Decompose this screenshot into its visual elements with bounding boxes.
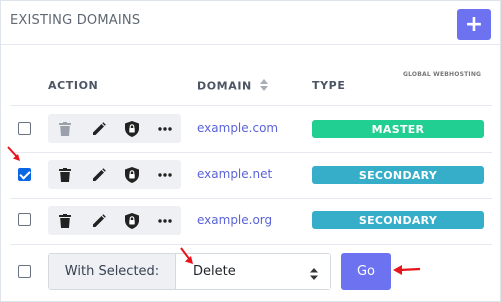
more-icon[interactable]	[148, 160, 181, 189]
domain-link[interactable]: example.org	[197, 213, 272, 227]
row-divider	[10, 244, 492, 245]
column-header-type: TYPE	[312, 79, 346, 92]
domain-link[interactable]: example.com	[197, 121, 278, 135]
bulk-action-select-value: Delete	[193, 264, 236, 279]
shield-lock-icon[interactable]	[115, 114, 148, 143]
pencil-icon[interactable]	[82, 206, 115, 235]
column-header-domain[interactable]: DOMAIN	[197, 79, 269, 94]
type-badge: SECONDARY	[312, 211, 484, 229]
domain-link[interactable]: example.net	[197, 167, 272, 181]
more-icon[interactable]	[148, 206, 181, 235]
pencil-icon[interactable]	[82, 114, 115, 143]
trash-icon[interactable]	[48, 206, 82, 235]
select-arrows-icon	[310, 265, 318, 284]
type-badge: SECONDARY	[312, 166, 484, 184]
pencil-icon[interactable]	[82, 160, 115, 189]
row-action-group	[48, 114, 181, 143]
shield-lock-icon[interactable]	[115, 206, 148, 235]
panel-title: EXISTING DOMAINS	[10, 13, 141, 28]
domains-panel: EXISTING DOMAINS + GLOBAL WEBHOSTING ACT…	[0, 0, 501, 302]
table-row: example.com MASTER	[1, 105, 500, 153]
row-checkbox[interactable]	[18, 122, 31, 135]
table-row: example.org SECONDARY	[1, 198, 500, 246]
more-icon[interactable]	[148, 114, 181, 143]
bulk-action-select[interactable]: Delete	[176, 254, 330, 289]
panel-header: EXISTING DOMAINS +	[1, 1, 500, 45]
row-action-group	[48, 160, 181, 189]
trash-icon[interactable]	[48, 160, 82, 189]
with-selected-label: With Selected:	[49, 254, 176, 289]
row-checkbox[interactable]	[18, 168, 31, 181]
row-action-group	[48, 206, 181, 235]
annotation-arrow-icon	[7, 146, 20, 161]
table-row: example.net SECONDARY	[1, 152, 500, 200]
column-header-action: ACTION	[48, 79, 99, 92]
add-domain-button[interactable]: +	[457, 9, 491, 40]
row-checkbox[interactable]	[18, 213, 31, 226]
annotation-arrow-icon	[180, 247, 193, 264]
annotation-arrow-icon	[393, 265, 421, 275]
column-header-domain-label: DOMAIN	[197, 79, 252, 93]
watermark-logo: GLOBAL WEBHOSTING	[403, 71, 482, 78]
shield-lock-icon[interactable]	[115, 160, 148, 189]
type-badge: MASTER	[312, 120, 484, 138]
trash-icon[interactable]	[48, 114, 82, 143]
go-button[interactable]: Go	[341, 253, 391, 290]
sort-icon[interactable]	[260, 79, 269, 94]
select-all-checkbox[interactable]	[18, 265, 31, 278]
